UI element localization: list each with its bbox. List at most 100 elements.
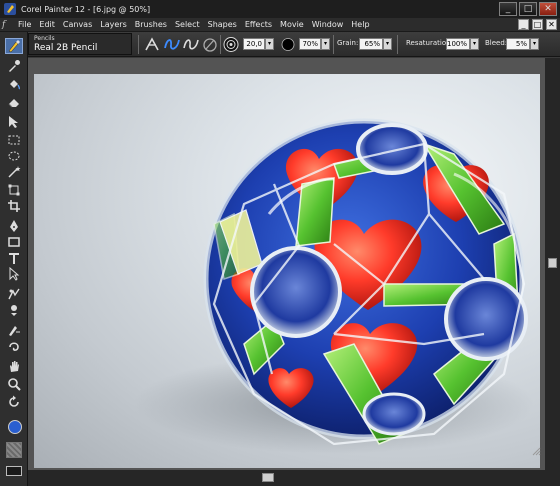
toolbox [0,32,28,486]
vertical-scroll-thumb[interactable] [548,258,557,268]
brush-ghost-icon[interactable] [201,36,219,53]
property-separator [138,35,139,54]
resize-grip-icon[interactable] [531,446,541,456]
property-separator [333,35,334,54]
mirror-icon [11,305,17,316]
glass-sphere-artwork [134,118,534,454]
brush-size-icon [223,37,239,52]
rectangular-selection-tool-button[interactable] [5,132,23,148]
property-separator [397,35,398,54]
media-selector-button[interactable] [6,466,22,476]
rectangle-shape-tool-button[interactable] [5,234,23,250]
doc-close-button[interactable]: ✕ [546,19,557,30]
layer-adjuster-icon [9,116,18,128]
dropper-tool-button[interactable] [5,58,23,74]
grabber-tool-button[interactable] [5,358,23,374]
magnifier-icon [8,378,21,391]
menu-window[interactable]: Window [308,20,348,29]
grain-dropdown[interactable]: ▾ [383,38,392,50]
crop-tool-button[interactable] [5,198,23,214]
reset-tool-icon[interactable] [143,36,161,53]
divine-proportion-icon [8,288,20,300]
oval-selection-icon [8,151,20,161]
brush-tool-icon [8,40,20,53]
menu-brushes[interactable]: Brushes [131,20,171,29]
brush-size-field[interactable]: 20,0 [243,38,265,50]
transform-icon [8,184,20,196]
cloner-tool-button[interactable] [5,322,23,338]
title-bar: Corel Painter 12 - [6.jpg @ 50%] _ □ ✕ [0,0,560,18]
bleed-field[interactable]: 5% [506,38,530,50]
menu-select[interactable]: Select [171,20,204,29]
rotate-page-tool-button[interactable] [5,394,23,410]
shape-selection-icon [9,267,20,281]
pen-tool-button[interactable] [5,218,23,234]
brush-variant-label: Real 2B Pencil [34,43,98,53]
menu-movie[interactable]: Movie [276,20,308,29]
paper-swatch[interactable] [6,442,22,458]
document-canvas[interactable] [34,74,540,468]
maximize-button[interactable]: □ [519,2,537,16]
opacity-field[interactable]: 70% [299,38,321,50]
horizontal-scroll-thumb[interactable] [262,473,274,482]
horizontal-scrollbar[interactable] [28,470,560,486]
layer-adjuster-tool-button[interactable] [5,114,23,130]
blur-tool-button[interactable] [5,338,23,354]
doc-minimize-button[interactable]: _ [518,19,529,30]
resaturation-dropdown[interactable]: ▾ [470,38,479,50]
menu-help[interactable]: Help [347,20,373,29]
main-color-swatch[interactable] [8,420,22,434]
magic-wand-icon [8,166,21,178]
menu-bar: f File Edit Canvas Layers Brushes Select… [0,18,560,32]
freehand-stroke-icon[interactable] [163,36,181,53]
eraser-tool-button[interactable] [5,94,23,110]
crop-icon [8,200,20,212]
property-bar: Pencils Real 2B Pencil 20,0 ▾ 70% ▾ Grai… [0,32,560,57]
straight-line-stroke-icon[interactable] [182,36,200,53]
magic-wand-tool-button[interactable] [5,164,23,180]
eraser-icon [8,99,19,108]
opacity-icon [281,38,295,51]
transform-tool-button[interactable] [5,182,23,198]
brush-selector[interactable]: Pencils Real 2B Pencil [28,33,132,55]
text-tool-button[interactable] [5,250,23,266]
menu-shapes[interactable]: Shapes [204,20,241,29]
canvas-area[interactable] [28,58,545,470]
divine-proportion-tool-button[interactable] [5,286,23,302]
cloner-icon [9,326,20,336]
grain-label: Grain: [337,39,359,47]
bleed-label: Bleed: [485,39,508,47]
close-window-button[interactable]: ✕ [539,2,557,16]
oval-selection-tool-button[interactable] [5,148,23,164]
magnifier-tool-button[interactable] [5,376,23,392]
shape-selection-tool-button[interactable] [5,266,23,282]
grain-field[interactable]: 65% [359,38,383,50]
rotate-page-icon [9,395,19,407]
vertical-scrollbar[interactable] [545,58,560,470]
opacity-dropdown[interactable]: ▾ [321,38,330,50]
brush-size-dropdown[interactable]: ▾ [265,38,274,50]
minimize-button[interactable]: _ [499,2,517,16]
menu-edit[interactable]: Edit [35,20,59,29]
pen-icon [10,220,18,232]
painter-menu-logo: f [2,19,6,30]
resaturation-field[interactable]: 100% [446,38,470,50]
hand-icon [10,361,19,372]
bleed-dropdown[interactable]: ▾ [530,38,539,50]
rectangle-shape-icon [8,237,20,247]
menu-layers[interactable]: Layers [96,20,130,29]
brush-category-label: Pencils [34,35,55,42]
painter-app-icon [4,3,16,15]
menu-file[interactable]: File [14,20,35,29]
window-title: Corel Painter 12 - [6.jpg @ 50%] [21,4,151,14]
menu-canvas[interactable]: Canvas [59,20,96,29]
text-tool-icon [9,253,19,264]
dropper-icon [9,60,20,72]
menu-effects[interactable]: Effects [241,20,276,29]
paint-bucket-tool-button[interactable] [5,76,23,92]
property-separator [220,35,221,54]
doc-restore-button[interactable]: □ [532,19,543,30]
brush-tool-button[interactable] [5,38,23,54]
mirror-tool-button[interactable] [5,302,23,318]
rectangular-selection-icon [8,135,20,145]
